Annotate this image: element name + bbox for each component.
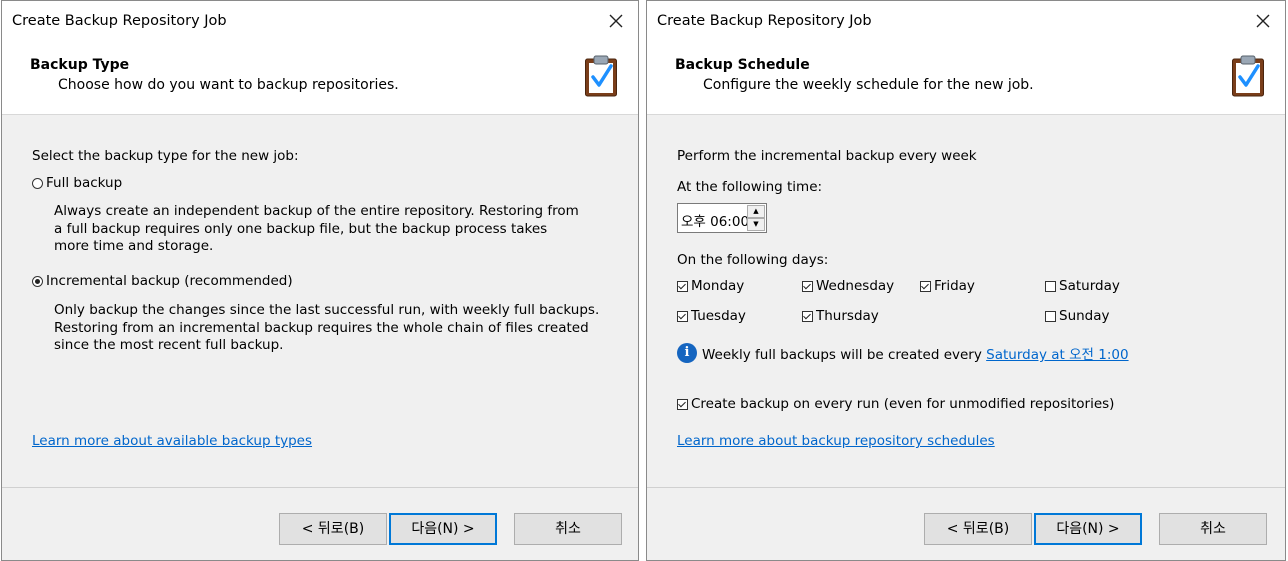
thursday-label[interactable]: Thursday (816, 308, 879, 324)
wizard-content: Perform the incremental backup every wee… (647, 115, 1285, 485)
monday-checkbox[interactable] (677, 281, 688, 292)
clipboard-check-icon (585, 55, 617, 97)
weekly-info-text: Weekly full backups will be created ever… (702, 347, 982, 363)
wizard-header: Backup Type Choose how do you want to ba… (2, 44, 638, 115)
learn-more-backup-types-link[interactable]: Learn more about available backup types (32, 433, 312, 449)
page-title: Backup Type (30, 57, 130, 73)
time-value[interactable]: 오후 06:00 (681, 210, 749, 230)
time-down-arrow-icon[interactable]: ▼ (747, 218, 765, 231)
full-backup-radio[interactable] (32, 178, 43, 189)
tuesday-checkbox[interactable] (677, 311, 688, 322)
incremental-backup-radio[interactable] (32, 276, 43, 287)
saturday-label[interactable]: Saturday (1059, 278, 1120, 294)
backup-type-dialog: Create Backup Repository Job Backup Type… (1, 0, 639, 561)
title-bar: Create Backup Repository Job (647, 1, 1285, 44)
thursday-checkbox[interactable] (802, 311, 813, 322)
monday-label[interactable]: Monday (691, 278, 744, 294)
cancel-button[interactable]: 취소 (1159, 513, 1267, 545)
every-run-checkbox[interactable] (677, 399, 688, 410)
info-icon: i (677, 343, 697, 363)
sunday-label[interactable]: Sunday (1059, 308, 1110, 324)
time-up-arrow-icon[interactable]: ▲ (747, 205, 765, 218)
incremental-backup-label[interactable]: Incremental backup (recommended) (46, 273, 293, 289)
days-label: On the following days: (677, 252, 829, 268)
cancel-button[interactable]: 취소 (514, 513, 622, 545)
next-button[interactable]: 다음(N) > (1034, 513, 1142, 545)
footer-divider (647, 487, 1285, 488)
time-picker[interactable]: 오후 06:00 ▲ ▼ (677, 203, 767, 233)
friday-label[interactable]: Friday (934, 278, 975, 294)
wednesday-label[interactable]: Wednesday (816, 278, 894, 294)
saturday-checkbox[interactable] (1045, 281, 1056, 292)
window-title: Create Backup Repository Job (12, 13, 227, 29)
page-subtitle: Configure the weekly schedule for the ne… (703, 77, 1034, 93)
backup-schedule-dialog: Create Backup Repository Job Backup Sche… (646, 0, 1286, 561)
page-subtitle: Choose how do you want to backup reposit… (58, 77, 399, 93)
weekly-schedule-link[interactable]: Saturday at 오전 1:00 (986, 347, 1128, 363)
wednesday-checkbox[interactable] (802, 281, 813, 292)
full-backup-description: Always create an independent backup of t… (54, 203, 579, 254)
tuesday-label[interactable]: Tuesday (691, 308, 746, 324)
friday-checkbox[interactable] (920, 281, 931, 292)
title-bar: Create Backup Repository Job (2, 1, 638, 44)
backup-type-prompt: Select the backup type for the new job: (32, 148, 299, 164)
next-button[interactable]: 다음(N) > (389, 513, 497, 545)
clipboard-check-icon (1232, 55, 1264, 97)
full-backup-label[interactable]: Full backup (46, 175, 122, 191)
close-icon[interactable] (606, 11, 626, 31)
back-button[interactable]: < 뒤로(B) (279, 513, 387, 545)
footer-divider (2, 487, 638, 488)
time-label: At the following time: (677, 179, 823, 195)
wizard-header: Backup Schedule Configure the weekly sch… (647, 44, 1285, 115)
every-run-label[interactable]: Create backup on every run (even for unm… (691, 396, 1114, 412)
learn-more-schedules-link[interactable]: Learn more about backup repository sched… (677, 433, 995, 449)
page-title: Backup Schedule (675, 57, 810, 73)
incremental-backup-description: Only backup the changes since the last s… (54, 302, 600, 353)
back-button[interactable]: < 뒤로(B) (924, 513, 1032, 545)
window-title: Create Backup Repository Job (657, 13, 872, 29)
wizard-content: Select the backup type for the new job: … (2, 115, 638, 485)
close-icon[interactable] (1253, 11, 1273, 31)
schedule-intro: Perform the incremental backup every wee… (677, 148, 977, 164)
sunday-checkbox[interactable] (1045, 311, 1056, 322)
weekly-full-backup-info: Weekly full backups will be created ever… (702, 343, 1129, 363)
